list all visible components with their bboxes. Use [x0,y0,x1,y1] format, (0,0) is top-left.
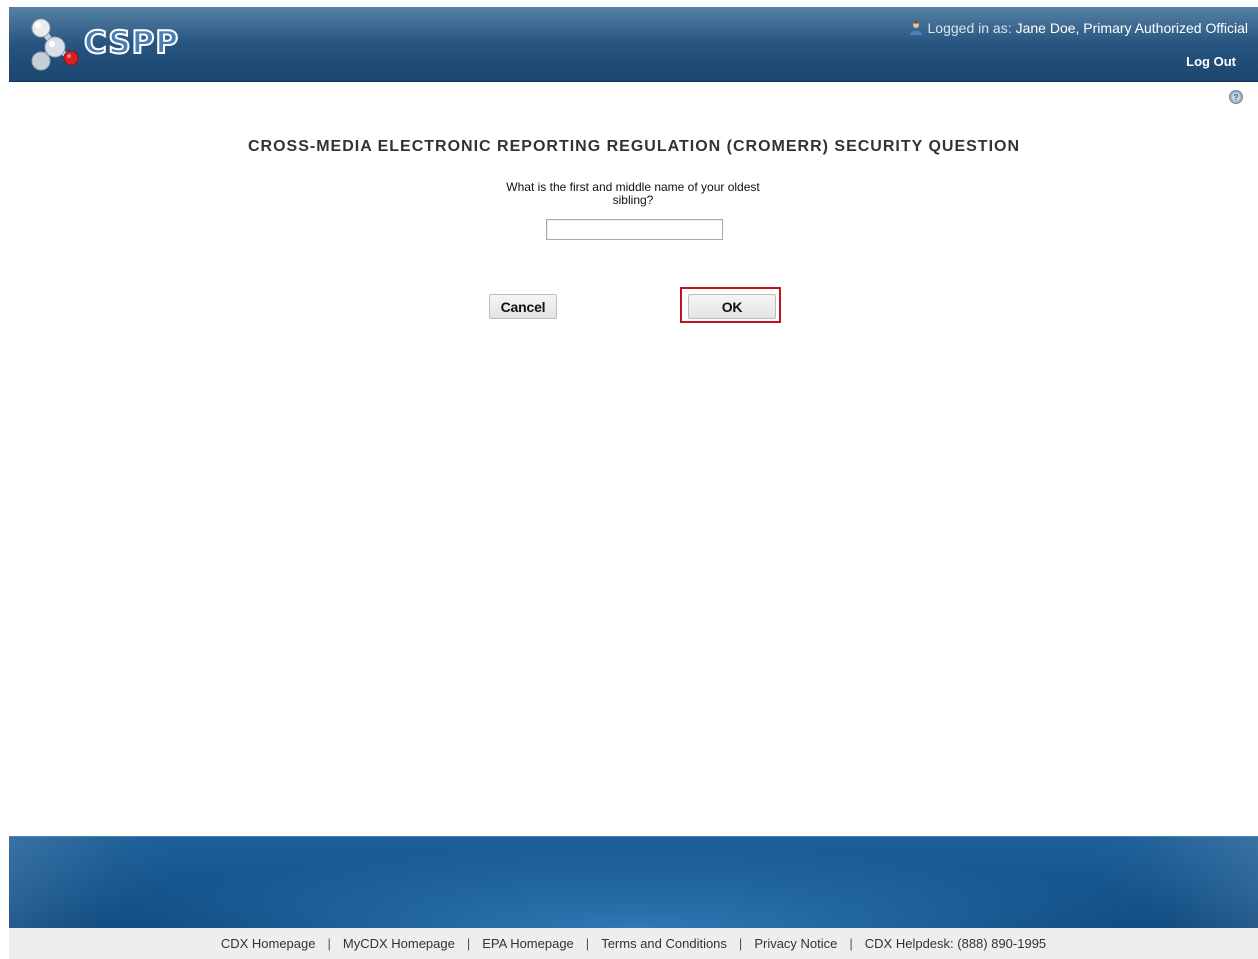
footer-separator: | [585,936,590,951]
footer-link-epa-homepage[interactable]: EPA Homepage [482,936,574,951]
molecule-icon [31,18,79,71]
ok-button[interactable]: OK [688,294,776,319]
user-icon [909,21,922,35]
app-header: CSPP Logged in as: Jane Doe, Primary Aut… [9,7,1258,82]
footer-links: CDX Homepage | MyCDX Homepage | EPA Home… [9,928,1258,959]
footer-separator: | [738,936,743,951]
footer-link-mycdx-homepage[interactable]: MyCDX Homepage [343,936,455,951]
logout-link[interactable]: Log Out [1186,54,1236,69]
user-name: Jane Doe, Primary Authorized Official [1015,20,1248,36]
footer-separator: | [466,936,471,951]
security-answer-input[interactable] [546,219,723,240]
footer-link-helpdesk[interactable]: CDX Helpdesk: (888) 890-1995 [865,936,1046,951]
footer-banner [9,836,1258,929]
cspp-logo[interactable]: CSPP [27,17,207,73]
cancel-button[interactable]: Cancel [489,294,557,319]
security-question: What is the first and middle name of you… [473,181,793,207]
footer-link-privacy[interactable]: Privacy Notice [754,936,837,951]
svg-text:?: ? [1234,93,1239,102]
logo-text: CSPP [83,24,180,62]
footer-separator: | [849,936,853,951]
footer-link-cdx-homepage[interactable]: CDX Homepage [221,936,316,951]
footer-link-terms[interactable]: Terms and Conditions [601,936,727,951]
help-icon[interactable]: ? [1229,90,1243,104]
question-line-2: sibling? [612,193,654,207]
page-title: CROSS-MEDIA ELECTRONIC REPORTING REGULAT… [247,138,1021,155]
login-info: Logged in as: Jane Doe, Primary Authoriz… [909,20,1248,36]
footer-separator: | [327,936,331,951]
logged-in-label: Logged in as: [927,20,1012,36]
